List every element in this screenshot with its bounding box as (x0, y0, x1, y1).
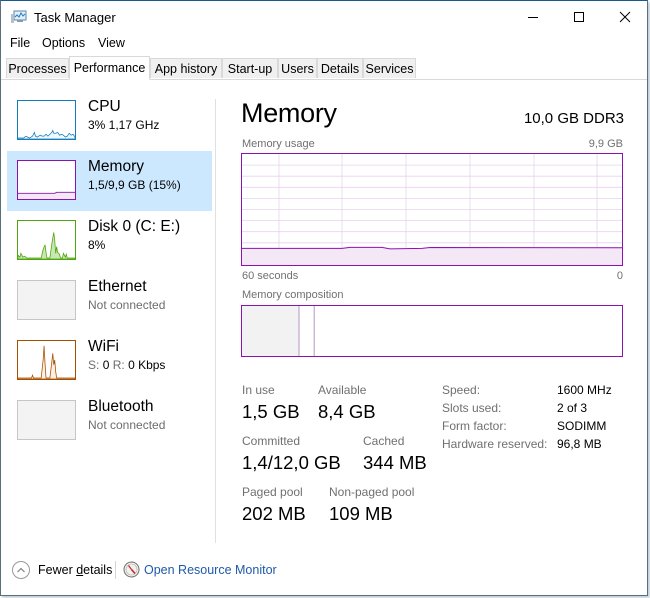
footer-divider (115, 561, 116, 579)
maximize-button[interactable] (556, 1, 602, 33)
menu-file[interactable]: File (10, 36, 30, 50)
memory-thumbnail-graph (17, 160, 76, 200)
sidebar-ethernet-name: Ethernet (88, 278, 147, 295)
graph-axis-left-label: 60 seconds (242, 270, 299, 282)
speed-value: 1600 MHz (557, 383, 612, 397)
committed-value: 1,4/12,0 GB (242, 452, 341, 473)
memory-usage-max: 9,9 GB (588, 138, 623, 150)
memory-composition-label: Memory composition (242, 289, 344, 301)
bluetooth-thumbnail-graph (17, 400, 76, 440)
committed-label: Committed (242, 434, 301, 448)
sidebar-item-cpu[interactable]: CPU 3% 1,17 GHz (7, 91, 212, 151)
memory-usage-graph (241, 153, 623, 266)
memory-usage-label: Memory usage (242, 138, 315, 150)
sidebar-disk-value: 8% (88, 238, 106, 252)
sidebar-item-disk[interactable]: Disk 0 (C: E:) 8% (7, 211, 212, 271)
window-title: Task Manager (34, 10, 116, 25)
sidebar-wifi-value: S: 0 R: 0 Kbps (88, 358, 165, 372)
speed-label: Speed: (442, 383, 481, 397)
usage-graph-fill (242, 247, 622, 265)
form-factor-label: Form factor: (442, 419, 507, 433)
paged-pool-value: 202 MB (242, 503, 306, 524)
wifi-thumbnail-graph (17, 340, 76, 380)
menu-options[interactable]: Options (42, 36, 85, 50)
sidebar-item-wifi[interactable]: WiFi S: 0 R: 0 Kbps (7, 331, 212, 391)
task-manager-app-icon (11, 10, 27, 23)
open-resource-monitor-link[interactable]: Open Resource Monitor (144, 563, 277, 577)
sidebar-cpu-name: CPU (88, 98, 121, 115)
menu-view[interactable]: View (98, 36, 125, 50)
tab-details[interactable]: Details (317, 58, 363, 78)
tab-processes[interactable]: Processes (6, 58, 69, 78)
hardware-reserved-label: Hardware reserved: (442, 437, 548, 451)
sidebar-item-ethernet[interactable]: Ethernet Not connected (7, 271, 212, 331)
sidebar-memory-name: Memory (88, 158, 144, 175)
minimize-button[interactable] (510, 1, 556, 33)
sidebar-wifi-name: WiFi (88, 338, 119, 355)
tab-app-history[interactable]: App history (150, 58, 222, 78)
sidebar-bluetooth-name: Bluetooth (88, 398, 154, 415)
tab-users[interactable]: Users (278, 58, 317, 78)
sidebar-ethernet-status: Not connected (88, 298, 166, 312)
minimize-icon (528, 17, 538, 18)
title-bar[interactable]: Task Manager (1, 1, 647, 33)
fewer-details-button[interactable]: Fewer details (38, 563, 112, 577)
available-label: Available (318, 383, 367, 397)
sidebar-disk-name: Disk 0 (C: E:) (88, 218, 181, 235)
panel-title: Memory (241, 98, 337, 128)
wifi-receive-label: R: (112, 358, 125, 372)
maximize-icon (574, 12, 584, 22)
available-value: 8,4 GB (318, 401, 376, 422)
in-use-label: In use (242, 383, 275, 397)
memory-capacity: 10,0 GB DDR3 (523, 110, 624, 127)
close-button[interactable] (602, 1, 648, 33)
resource-monitor-icon (123, 561, 140, 578)
disk-thumbnail-graph (17, 220, 76, 260)
non-paged-pool-label: Non-paged pool (329, 485, 415, 499)
ethernet-thumbnail-graph (17, 280, 76, 320)
hardware-reserved-value: 96,8 MB (557, 437, 602, 451)
sidebar-item-memory[interactable]: Memory 1,5/9,9 GB (15%) (7, 151, 212, 211)
wifi-send-label: S: (88, 358, 100, 372)
close-icon (619, 11, 631, 23)
tab-start-up[interactable]: Start-up (222, 58, 278, 78)
graph-axis-right-label: 0 (616, 270, 623, 282)
slots-used-value: 2 of 3 (557, 401, 588, 415)
sidebar-memory-value: 1,5/9,9 GB (15%) (88, 178, 181, 192)
composition-in-use-segment (242, 306, 299, 356)
menu-bar: File Options View (1, 34, 647, 54)
cached-value: 344 MB (363, 452, 427, 473)
tab-strip: Processes Performance App history Start-… (1, 56, 647, 80)
tab-performance[interactable]: Performance (69, 56, 150, 80)
cached-label: Cached (363, 434, 405, 448)
non-paged-pool-value: 109 MB (329, 503, 393, 524)
cpu-thumbnail-graph (17, 100, 76, 140)
fewer-details-label: Fewer details (38, 563, 113, 577)
footer-bar: Fewer details Open Resource Monitor (1, 559, 647, 583)
sidebar-cpu-value: 3% 1,17 GHz (88, 118, 160, 132)
tab-services[interactable]: Services (363, 58, 416, 78)
memory-composition-bar (241, 305, 623, 357)
sidebar-bluetooth-status: Not connected (88, 418, 166, 432)
in-use-value: 1,5 GB (242, 401, 300, 422)
paged-pool-label: Paged pool (242, 485, 303, 499)
sidebar-divider (215, 99, 216, 543)
sidebar-item-bluetooth[interactable]: Bluetooth Not connected (7, 391, 212, 451)
chevron-up-icon[interactable] (12, 561, 30, 579)
task-manager-window: Task Manager File Options View Processes… (0, 0, 648, 596)
wifi-send-value: 0 (102, 358, 110, 372)
wifi-receive-value: 0 Kbps (128, 358, 166, 372)
form-factor-value: SODIMM (557, 419, 607, 433)
slots-used-label: Slots used: (442, 401, 502, 415)
